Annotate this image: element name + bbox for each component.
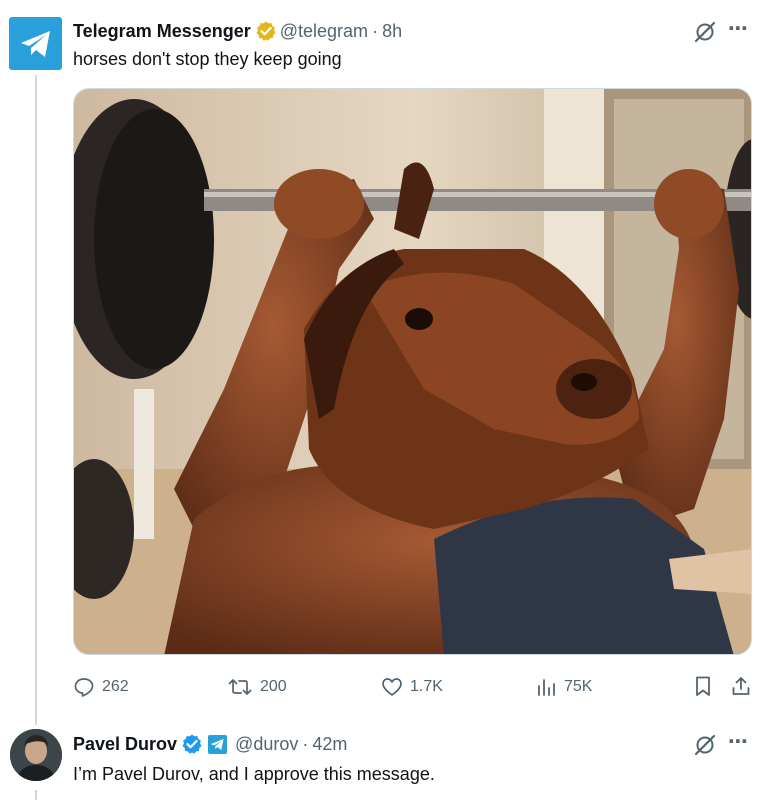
reply-count: 262 — [102, 678, 129, 695]
repost-button[interactable]: 200 — [227, 672, 287, 702]
grok-icon[interactable] — [693, 20, 717, 44]
timestamp[interactable]: 8h — [382, 21, 402, 42]
like-count: 1.7K — [410, 678, 443, 695]
heart-icon — [382, 678, 402, 696]
thread-line-continuation — [35, 790, 37, 800]
reply-grok-icon[interactable] — [693, 733, 717, 757]
share-icon — [732, 677, 750, 695]
reply-text: I’m Pavel Durov, and I approve this mess… — [73, 764, 435, 784]
blue-verified-badge-icon — [182, 734, 202, 754]
reply-icon — [74, 678, 94, 697]
reply-timestamp[interactable]: 42m — [312, 734, 347, 755]
tweet-media-image[interactable] — [73, 88, 752, 655]
bookmark-button[interactable] — [692, 675, 714, 702]
reply-separator-dot: · — [302, 733, 309, 754]
like-button[interactable]: 1.7K — [381, 672, 443, 702]
share-button[interactable] — [730, 675, 752, 702]
bookmark-icon — [696, 676, 710, 696]
reply-more-options-icon[interactable]: ⋯ — [728, 729, 749, 754]
gold-verified-badge-icon — [256, 21, 276, 41]
reply-author-name[interactable]: Pavel Durov — [73, 734, 177, 755]
telegram-avatar[interactable] — [9, 17, 62, 70]
repost-count: 200 — [260, 678, 287, 695]
pavel-durov-avatar[interactable] — [10, 729, 62, 781]
tweet-header: Telegram Messenger @telegram · 8h — [73, 19, 402, 43]
telegram-affiliate-badge-icon — [208, 734, 228, 754]
views-chart-icon — [538, 679, 555, 696]
avatar-photo — [10, 729, 62, 781]
telegram-logo-icon — [20, 30, 50, 57]
horse-lifting-photo — [74, 89, 751, 654]
tweet-actions: 262 200 1.7K 75K — [73, 672, 753, 702]
reply-header: Pavel Durov @durov · 42m — [73, 732, 347, 756]
reply-author-handle[interactable]: @durov — [235, 734, 298, 755]
separator-dot: · — [372, 20, 379, 41]
author-name[interactable]: Telegram Messenger — [73, 21, 251, 42]
view-count: 75K — [564, 678, 593, 695]
views-button[interactable]: 75K — [535, 672, 592, 702]
reply-button[interactable]: 262 — [73, 672, 129, 702]
tweet-telegram[interactable]: Telegram Messenger @telegram · 8h ⋯ hors… — [0, 0, 771, 712]
more-options-icon[interactable]: ⋯ — [728, 16, 749, 41]
repost-icon — [228, 679, 252, 695]
author-handle[interactable]: @telegram — [280, 21, 368, 42]
tweet-text: horses don't stop they keep going — [73, 49, 342, 69]
